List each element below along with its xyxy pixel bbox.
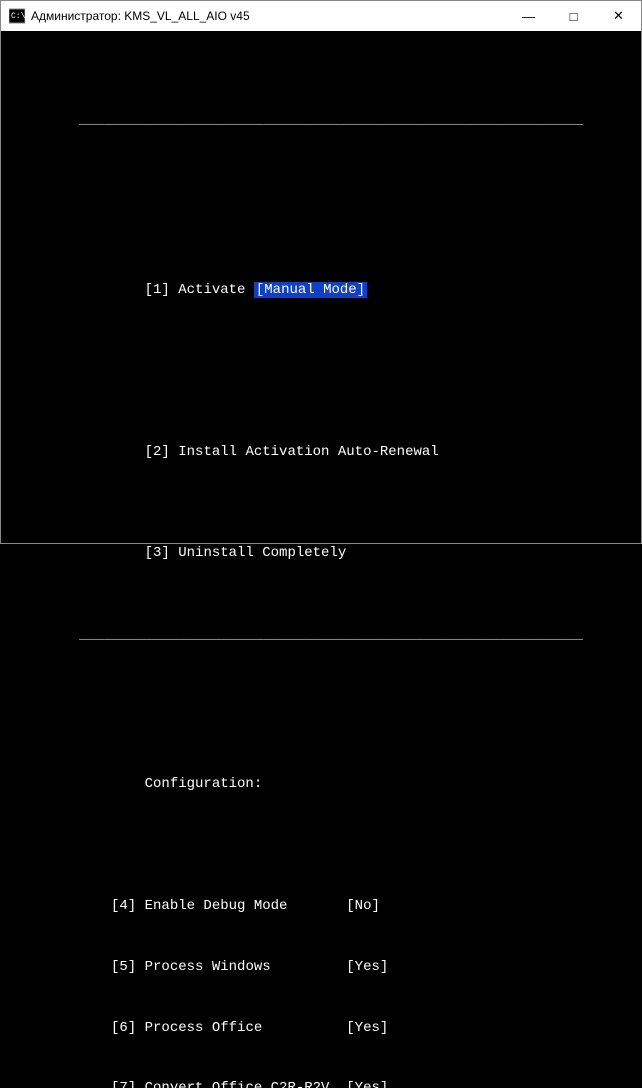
- divider: ________________________________________…: [79, 625, 583, 645]
- mode-badge: [Manual Mode]: [254, 282, 367, 298]
- cmd-icon: C:\: [9, 8, 25, 24]
- menu-item-debug[interactable]: [4] Enable Debug Mode [No]: [11, 896, 631, 916]
- window-title: Администратор: KMS_VL_ALL_AIO v45: [31, 9, 506, 23]
- console-area[interactable]: ________________________________________…: [1, 31, 641, 1088]
- window-titlebar: C:\ Администратор: KMS_VL_ALL_AIO v45 — …: [1, 1, 641, 31]
- minimize-button[interactable]: —: [506, 1, 551, 31]
- menu-item-convert[interactable]: [7] Convert Office C2R-R2V [Yes]: [11, 1078, 631, 1088]
- heading-config: Configuration:: [145, 776, 263, 792]
- close-button[interactable]: ✕: [596, 1, 641, 31]
- menu-item-activate[interactable]: [1] Activate [Manual Mode]: [11, 259, 631, 320]
- menu-item-proc-office[interactable]: [6] Process Office [Yes]: [11, 1018, 631, 1038]
- svg-text:C:\: C:\: [11, 12, 25, 21]
- divider: ________________________________________…: [79, 110, 583, 130]
- maximize-button[interactable]: □: [551, 1, 596, 31]
- window-controls: — □ ✕: [506, 1, 641, 31]
- menu-item-uninstall[interactable]: [3] Uninstall Completely: [11, 523, 631, 584]
- menu-item-install[interactable]: [2] Install Activation Auto-Renewal: [11, 422, 631, 483]
- menu-item-proc-windows[interactable]: [5] Process Windows [Yes]: [11, 957, 631, 977]
